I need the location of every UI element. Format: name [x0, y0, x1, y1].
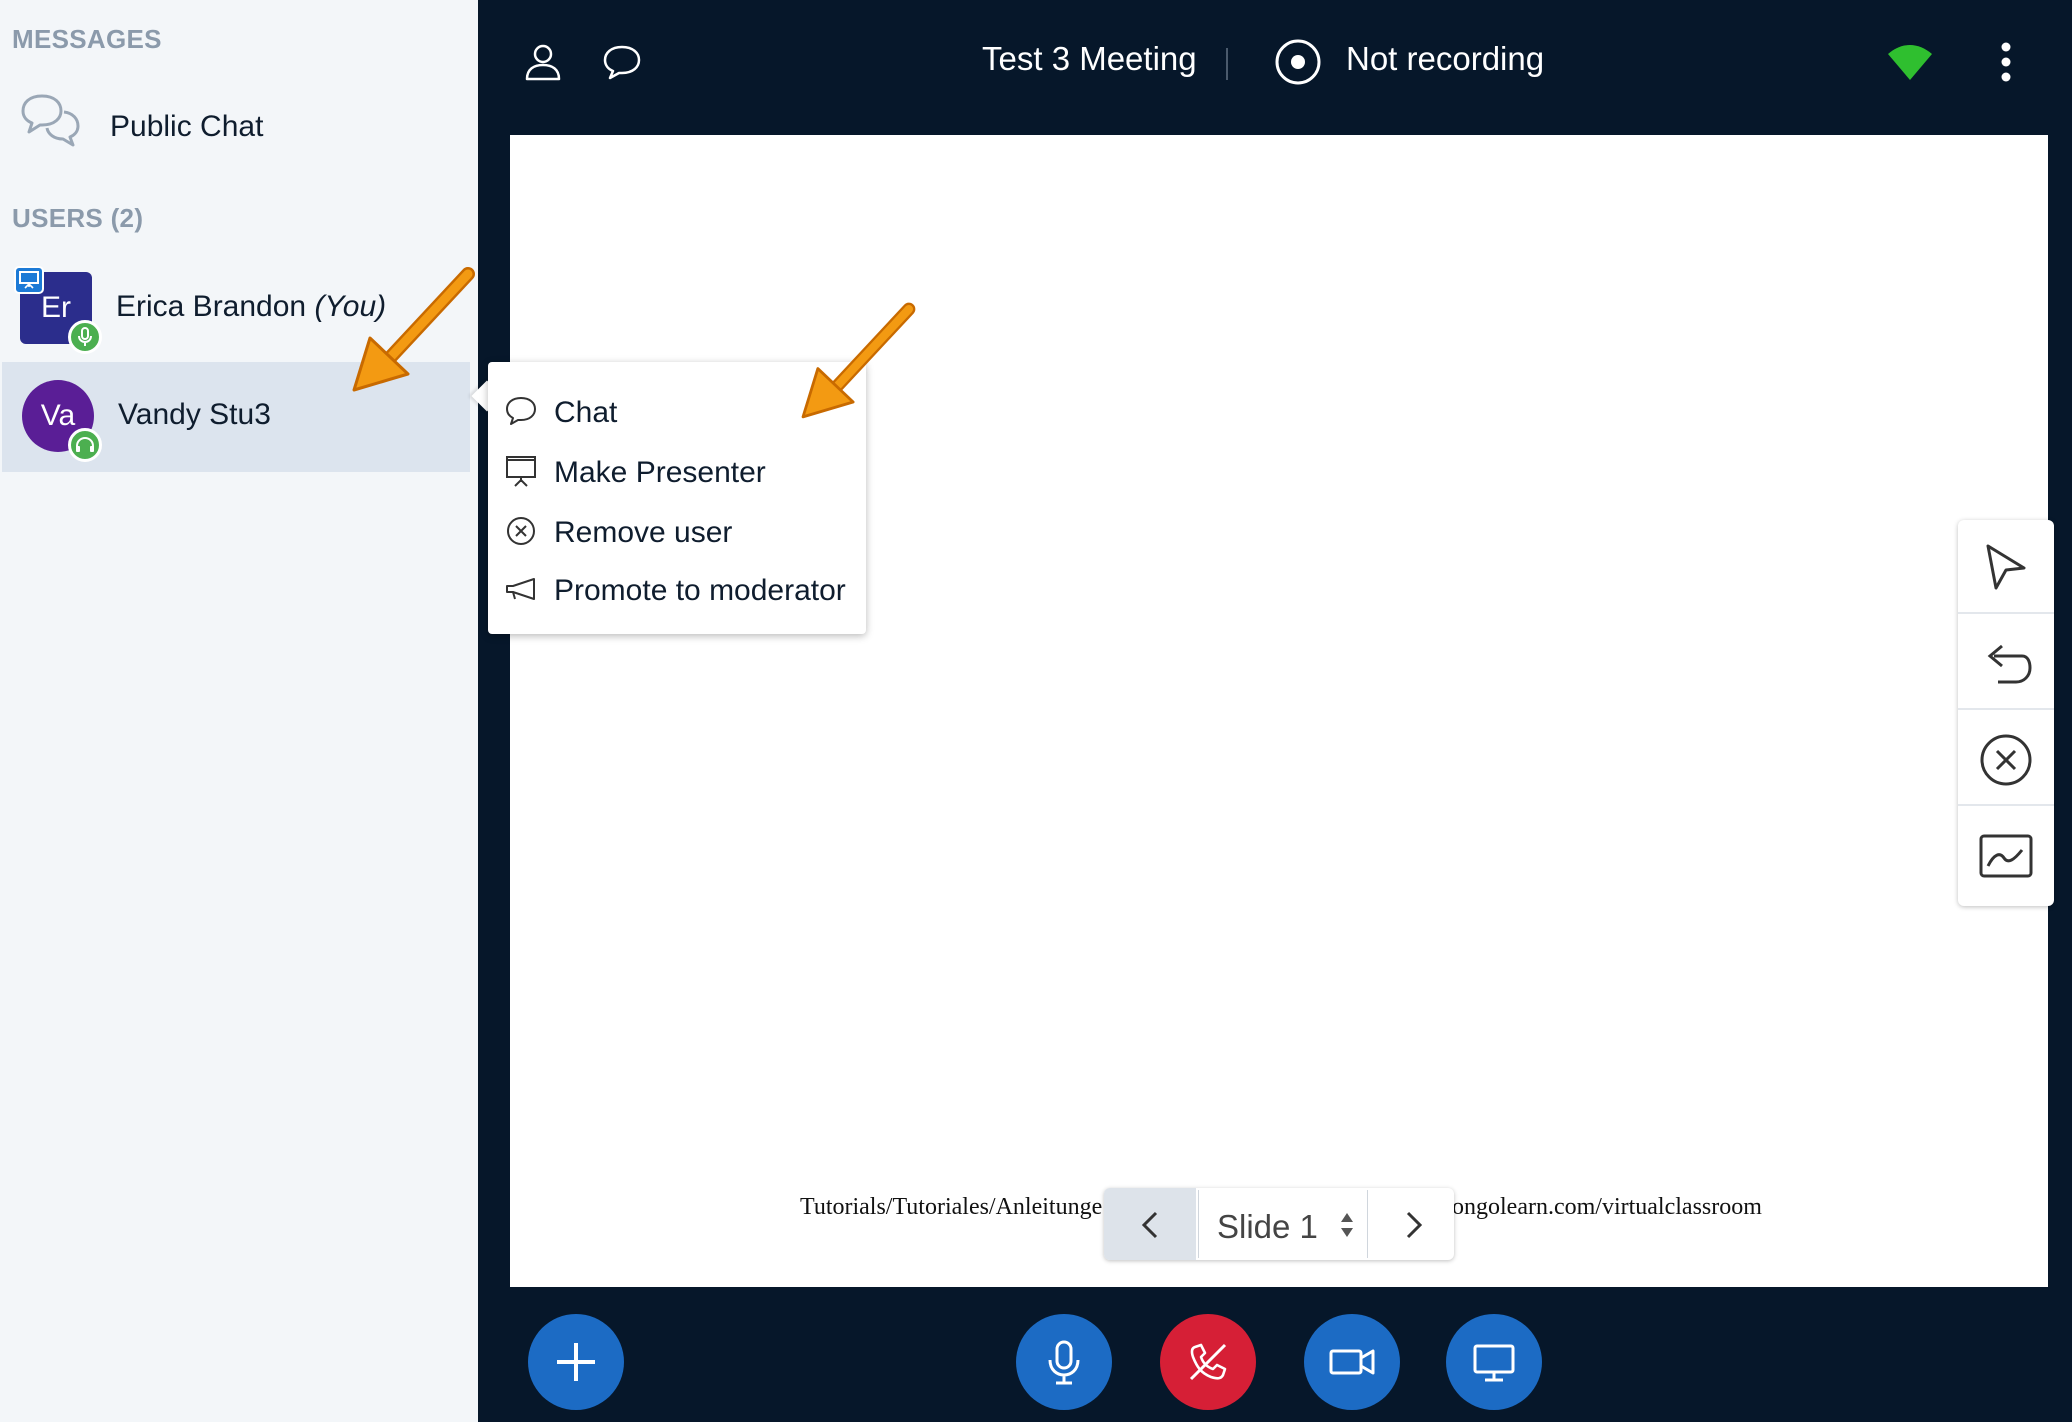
next-slide-button[interactable] [1372, 1188, 1454, 1260]
user-list-panel: MESSAGES Public Chat USERS (2) Er Erica … [0, 0, 478, 1422]
menu-item-label: Make Presenter [554, 456, 766, 489]
menu-item-label: Remove user [554, 516, 733, 549]
messages-section-title: MESSAGES [12, 24, 162, 54]
previous-slide-button[interactable] [1104, 1188, 1196, 1260]
clear-icon [1980, 734, 2032, 786]
slide-select-value: Slide 1 [1217, 1208, 1318, 1245]
menu-item-make-presenter[interactable]: Make Presenter [488, 446, 866, 502]
add-icon [557, 1343, 595, 1381]
megaphone-icon [506, 578, 535, 600]
undo-icon [1987, 644, 2032, 684]
meeting-title: Test 3 Meeting [982, 40, 1197, 77]
menu-item-label: Chat [554, 396, 618, 429]
slide-footer-text-left: Tutorials/Tutoriales/Anleitunge [800, 1194, 1103, 1220]
annotation-arrow-icon [352, 267, 475, 392]
avatar-initials: Va [40, 399, 76, 432]
recording-status[interactable]: Not recording [1346, 40, 1544, 78]
multi-user-icon [1979, 834, 2033, 878]
user-list-toggle-icon[interactable] [523, 42, 563, 82]
presentation-slide[interactable] [510, 135, 2048, 1287]
headphones-status-icon [68, 428, 102, 462]
multi-user-whiteboard-button[interactable] [1958, 808, 2054, 902]
select-arrows-icon [1341, 1213, 1353, 1237]
chevron-right-icon [1406, 1211, 1423, 1239]
chat-bubble-icon [506, 397, 536, 425]
connection-status-icon[interactable] [1886, 44, 1934, 82]
screen-share-icon [1473, 1344, 1515, 1382]
menu-item-label: Promote to moderator [554, 574, 846, 607]
microphone-status-icon [68, 320, 102, 354]
screen-share-button[interactable] [1446, 1314, 1542, 1410]
pointer-tool-button[interactable] [1958, 520, 2054, 614]
annotation-arrow-icon [801, 302, 916, 419]
presenter-badge-icon [14, 266, 44, 294]
remove-circle-icon [507, 517, 535, 545]
users-section-title: USERS (2) [12, 203, 144, 233]
microphone-icon [1048, 1340, 1080, 1385]
user-name-text: Erica Brandon [116, 290, 307, 323]
avatar-initials: Er [41, 291, 71, 324]
slide-navigation: Slide 1 [1104, 1188, 1454, 1260]
undo-button[interactable] [1958, 616, 2054, 710]
menu-item-remove-user[interactable]: Remove user [488, 506, 866, 562]
hang-up-icon [1189, 1343, 1227, 1381]
chat-bubbles-icon [21, 94, 80, 147]
pointer-icon [1986, 544, 2026, 590]
leave-audio-button[interactable] [1160, 1314, 1256, 1410]
menu-item-promote-moderator[interactable]: Promote to moderator [488, 564, 866, 620]
add-actions-button[interactable] [528, 1314, 624, 1410]
chat-toggle-icon[interactable] [602, 42, 642, 82]
presentation-board-icon [506, 456, 536, 487]
user-name-text: Vandy Stu3 [118, 398, 271, 431]
public-chat-item[interactable]: Public Chat [0, 78, 478, 178]
record-icon[interactable] [1274, 38, 1322, 86]
title-separator [1226, 48, 1228, 80]
camera-button[interactable] [1304, 1314, 1400, 1410]
microphone-button[interactable] [1016, 1314, 1112, 1410]
public-chat-label: Public Chat [110, 110, 264, 143]
slide-footer-text-right: ongolearn.com/virtualclassroom [1452, 1194, 1762, 1220]
user-name: Vandy Stu3 [118, 398, 271, 432]
chevron-left-icon [1141, 1211, 1158, 1239]
camera-icon [1329, 1349, 1375, 1375]
options-menu-icon[interactable] [2000, 42, 2012, 82]
clear-annotations-button[interactable] [1958, 712, 2054, 806]
slide-select[interactable]: Slide 1 [1198, 1190, 1368, 1258]
whiteboard-toolbar [1958, 520, 2054, 906]
